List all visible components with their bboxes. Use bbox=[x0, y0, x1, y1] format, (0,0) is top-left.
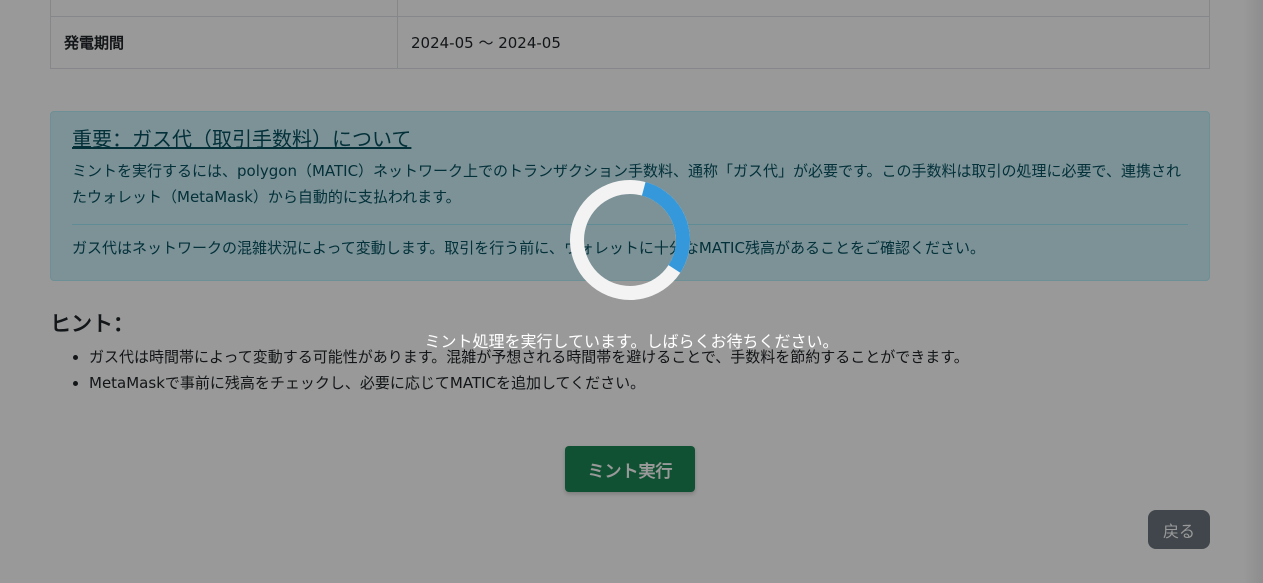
loading-overlay: ミント処理を実行しています。しばらくお待ちください。 bbox=[0, 0, 1263, 583]
loading-spinner-icon bbox=[570, 180, 690, 300]
loading-message: ミント処理を実行しています。しばらくお待ちください。 bbox=[424, 332, 839, 351]
scrollbar-edge bbox=[1243, 0, 1263, 583]
